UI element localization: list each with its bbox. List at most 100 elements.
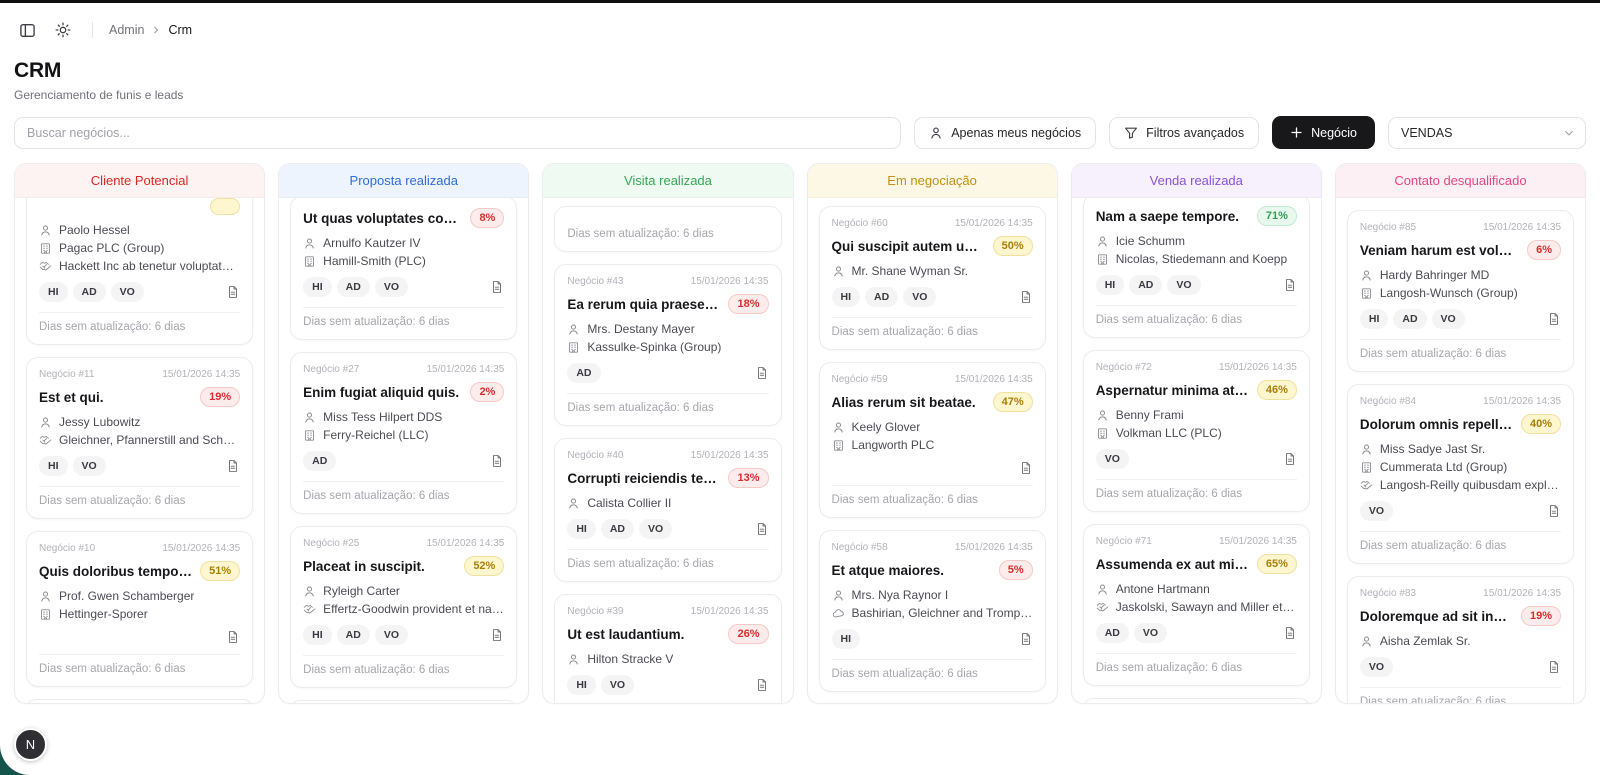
file-icon[interactable] (226, 630, 240, 644)
file-icon[interactable] (755, 366, 769, 380)
deal-card[interactable]: Negócio #8515/01/2026 14:35Veniam harum … (1347, 210, 1574, 372)
file-icon[interactable] (1547, 504, 1561, 518)
column-header: Cliente Potencial (15, 164, 264, 198)
deal-card[interactable]: Negócio #7115/01/2026 14:35Assumenda ex … (1083, 524, 1310, 686)
file-icon[interactable] (1283, 626, 1297, 640)
search-input[interactable] (14, 117, 901, 149)
file-icon[interactable] (490, 280, 504, 294)
contact-row: Benny Frami (1096, 408, 1297, 422)
my-deals-filter-button[interactable]: Apenas meus negócios (914, 117, 1096, 149)
file-icon[interactable] (1283, 278, 1297, 292)
probability-badge: 26% (728, 624, 768, 644)
my-deals-filter-label: Apenas meus negócios (951, 126, 1081, 140)
page-title: CRM (14, 59, 1586, 83)
deal-card[interactable]: Paolo HesselPagac PLC (Group)Hackett Inc… (26, 198, 253, 345)
deal-contacts: Benny Frami Volkman LLC (PLC) (1096, 408, 1297, 440)
load-more-button[interactable]: Carregar mais (26, 699, 253, 703)
deal-card[interactable]: Negócio #4315/01/2026 14:35Ea rerum quia… (554, 264, 781, 426)
handshake-icon (1360, 479, 1373, 492)
file-icon[interactable] (755, 678, 769, 692)
deal-tag-row: HIADVO (1360, 309, 1561, 329)
tag-badge: HI (303, 277, 332, 297)
deal-card[interactable]: Negócio #2515/01/2026 14:35Placeat in su… (290, 526, 517, 688)
deal-date: 15/01/2026 14:35 (426, 538, 504, 549)
deal-card[interactable]: Negócio #8315/01/2026 14:35Doloremque ad… (1347, 576, 1574, 703)
person-icon (1096, 235, 1109, 248)
sun-icon (55, 22, 71, 38)
topbar: Admin Crm (0, 3, 1600, 49)
deal-id: Negócio #11 (39, 369, 94, 380)
load-more-button[interactable]: Carregar mais (1083, 698, 1310, 703)
file-icon[interactable] (1019, 461, 1033, 475)
file-icon[interactable] (490, 454, 504, 468)
file-icon[interactable] (226, 285, 240, 299)
deal-card[interactable]: Negócio #2715/01/2026 14:35Enim fugiat a… (290, 352, 517, 514)
contact-row: Langosh-Reilly quibusdam explicabo … (1360, 478, 1561, 492)
breadcrumb-admin[interactable]: Admin (109, 23, 144, 37)
deal-stale-days: Dias sem atualização: 6 dias (39, 654, 240, 675)
deal-card[interactable]: Ut quas voluptates commo…8%Arnulfo Kautz… (290, 198, 517, 340)
deal-card[interactable]: Negócio #6015/01/2026 14:35Qui suscipit … (819, 206, 1046, 350)
contact-text: Arnulfo Kautzer IV (323, 236, 420, 250)
deal-title-row: Nam a saepe tempore.71% (1096, 206, 1297, 226)
theme-toggle-button[interactable] (50, 17, 76, 43)
handshake-icon (1096, 601, 1109, 614)
probability-badge: 19% (1521, 606, 1561, 626)
funnel-select[interactable]: VENDAS (1388, 117, 1586, 149)
contact-row: Kassulke-Spinka (Group) (567, 340, 768, 354)
deal-stale-days: Dias sem atualização: 6 dias (567, 549, 768, 570)
column-cards: Ut quas voluptates commo…8%Arnulfo Kautz… (279, 198, 528, 703)
deal-contacts: Jessy LubowitzGleichner, Pfannerstill an… (39, 415, 240, 447)
deal-tag-row (39, 630, 240, 644)
deal-card[interactable]: Negócio #5815/01/2026 14:35Et atque maio… (819, 530, 1046, 692)
deal-card[interactable]: Dias sem atualização: 6 dias (554, 206, 781, 252)
deal-stale-days: Dias sem atualização: 6 dias (1096, 305, 1297, 326)
deal-card[interactable]: Negócio #4015/01/2026 14:35Corrupti reic… (554, 438, 781, 582)
contact-row: Volkman LLC (PLC) (1096, 426, 1297, 440)
deal-card[interactable]: Negócio #5915/01/2026 14:35Alias rerum s… (819, 362, 1046, 518)
load-more-button[interactable]: Carregar mais (290, 700, 517, 703)
tag-badge: AD (1393, 309, 1426, 329)
deal-card[interactable]: Negócio #3915/01/2026 14:35Ut est laudan… (554, 594, 781, 703)
file-icon[interactable] (755, 522, 769, 536)
person-icon (39, 416, 52, 429)
column-header: Proposta realizada (279, 164, 528, 198)
deal-title: Doloremque ad sit incidunt. (1360, 609, 1513, 624)
deal-title: Et atque maiores. (832, 563, 945, 578)
deal-card[interactable]: Negócio #1015/01/2026 14:35Quis doloribu… (26, 531, 253, 687)
new-deal-label: Negócio (1311, 126, 1357, 140)
deal-card[interactable]: Nam a saepe tempore.71% Icie Schumm Nicola… (1083, 198, 1310, 338)
deal-card[interactable]: Negócio #1115/01/2026 14:35Est et qui.19… (26, 357, 253, 519)
contact-row: Nicolas, Stiedemann and Koepp (1096, 252, 1297, 266)
file-icon[interactable] (1283, 452, 1297, 466)
tag-badge: HI (832, 287, 861, 307)
contact-text: Ryleigh Carter (323, 584, 400, 598)
contact-row: Bashirian, Gleichner and Tromp occae… (832, 606, 1033, 620)
file-icon[interactable] (1547, 660, 1561, 674)
file-icon[interactable] (226, 459, 240, 473)
deal-tags: HIADVO (832, 287, 937, 307)
deal-stale-days: Dias sem atualização: 6 dias (832, 317, 1033, 338)
deal-card[interactable]: Negócio #7215/01/2026 14:35Aspernatur mi… (1083, 350, 1310, 512)
file-icon[interactable] (1019, 632, 1033, 646)
deal-contacts: Paolo HesselPagac PLC (Group)Hackett Inc… (39, 223, 240, 273)
user-avatar[interactable]: N (14, 728, 47, 761)
file-icon[interactable] (490, 628, 504, 642)
new-deal-button[interactable]: Negócio (1272, 116, 1375, 149)
chevron-right-icon (151, 25, 161, 35)
deal-title: Corrupti reiciendis tempori… (567, 471, 720, 486)
column-cards: Nam a saepe tempore.71% Icie Schumm Nicola… (1072, 198, 1321, 703)
contact-row: Icie Schumm (1096, 234, 1297, 248)
contact-text: Jessy Lubowitz (59, 415, 140, 429)
file-icon[interactable] (1547, 312, 1561, 326)
advanced-filters-button[interactable]: Filtros avançados (1109, 117, 1259, 149)
column-header: Em negociação (808, 164, 1057, 198)
deal-tags: ADVO (1096, 623, 1167, 643)
deal-card[interactable]: Negócio #8415/01/2026 14:35Dolorum omnis… (1347, 384, 1574, 564)
breadcrumb-crm[interactable]: Crm (168, 23, 192, 37)
kanban-column: Visita realizadaDias sem atualização: 6 … (542, 163, 793, 704)
contact-text: Miss Sadye Jast Sr. (1380, 442, 1485, 456)
file-icon[interactable] (1019, 290, 1033, 304)
deal-tags: HIADVO (39, 282, 144, 302)
sidebar-toggle-button[interactable] (14, 17, 40, 43)
